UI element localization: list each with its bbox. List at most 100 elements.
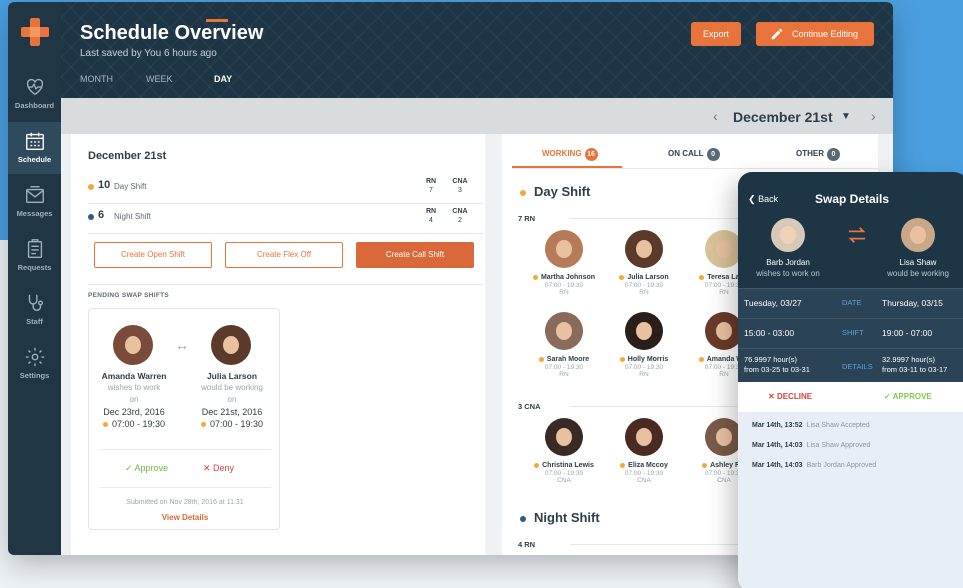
avatar-julia-larson — [211, 325, 251, 365]
next-day-chevron-icon[interactable]: › — [871, 108, 876, 124]
clipboard-icon — [27, 239, 42, 258]
shift-row: 15:00 - 03:00 SHIFT 19:00 - 07:00 — [738, 318, 963, 348]
staff-card-item[interactable]: Martha Johnson 07:00 - 19:30 RN — [524, 230, 604, 296]
create-flex-off-button[interactable]: Create Flex Off — [225, 242, 343, 268]
shift-row-day[interactable]: 10 Day Shift RN 7 CNA 3 — [88, 174, 483, 204]
date-row: Tuesday, 03/27 DATE Thursday, 03/15 — [738, 288, 963, 318]
avatar-barb-jordan — [771, 218, 805, 252]
avatar — [545, 230, 583, 268]
approve-label: Approve — [134, 463, 169, 473]
back-label: Back — [758, 194, 779, 204]
rn-label: RN — [425, 208, 437, 215]
tab-month[interactable]: MONTH — [80, 74, 113, 84]
approve-label: APPROVE — [892, 392, 932, 401]
rn-group-label: 7 RN — [518, 214, 536, 223]
staff-role: RN — [559, 289, 569, 296]
approve-button[interactable]: ✓ APPROVE — [884, 392, 932, 401]
staff-name: Christina Lewis — [542, 462, 594, 469]
current-date: December 21st — [733, 109, 833, 125]
mobile-title: Swap Details — [815, 192, 890, 206]
staff-time: 07:00 - 19:30 — [544, 470, 584, 477]
activity-log-item: Mar 14th, 13:52 Lisa Shaw Accepted — [752, 422, 870, 429]
activity-log-item: Mar 14th, 14:03 Barb Jordan Approved — [752, 462, 876, 469]
back-button[interactable]: ❮ Back — [748, 194, 778, 205]
decline-button[interactable]: ✕ DECLINE — [768, 392, 812, 401]
tab-label: WORKING — [542, 149, 582, 158]
tab-week[interactable]: WEEK — [146, 74, 173, 84]
pencil-icon — [771, 28, 783, 40]
staff-card-item[interactable]: Eliza Mccoy 07:00 - 19:30 CNA — [604, 418, 684, 484]
swap-arrow-icon: ↔ — [175, 337, 189, 353]
date-navigation-bar: ‹ December 21st ▼ › — [61, 98, 893, 134]
swap-from-on: on — [129, 395, 139, 404]
log-time: Mar 14th, 14:03 — [752, 442, 803, 449]
sidebar-item-messages[interactable]: Messages — [8, 176, 61, 228]
sidebar-item-label: Schedule — [17, 155, 52, 164]
avatar — [625, 230, 663, 268]
date-dropdown-caret-icon[interactable]: ▼ — [841, 111, 851, 122]
tab-on-call[interactable]: ON CALL 0 — [668, 148, 720, 161]
staff-card-item[interactable]: Julia Larson 07:00 - 19:30 RN — [604, 230, 684, 296]
staff-card-item[interactable]: Sarah Moore 07:00 - 19:30 RN — [524, 312, 604, 378]
swap-to-sub: would be working — [887, 269, 949, 278]
approve-swap-button[interactable]: ✓ Approve — [125, 463, 168, 474]
create-open-shift-button[interactable]: Create Open Shift — [94, 242, 212, 268]
sidebar-item-requests[interactable]: Requests — [8, 230, 61, 282]
sidebar-item-staff[interactable]: Staff — [8, 284, 61, 336]
log-text: Lisa Shaw Approved — [806, 442, 871, 449]
tab-working[interactable]: WORKING 16 — [542, 148, 598, 161]
staff-card-item[interactable]: Christina Lewis 07:00 - 19:30 CNA — [524, 418, 604, 484]
gear-icon — [25, 347, 44, 367]
previous-day-chevron-icon[interactable]: ‹ — [713, 108, 718, 124]
from-shift: 15:00 - 03:00 — [744, 328, 795, 338]
cna-count: 3 — [458, 187, 462, 194]
to-date: Thursday, 03/15 — [882, 298, 943, 308]
day-summary-title: December 21st — [88, 150, 167, 162]
shift-name: Night Shift — [114, 212, 151, 221]
details-row: 76.9997 hour(s) from 03-25 to 03-31 DETAI… — [738, 348, 963, 384]
export-button[interactable]: Export — [691, 22, 741, 46]
log-text: Barb Jordan Approved — [806, 462, 877, 469]
create-call-shift-button[interactable]: Create Call Shift — [356, 242, 474, 268]
swap-from-date: Dec 23rd, 2016 — [103, 407, 165, 417]
to-hours: 32.9997 hour(s) — [882, 355, 935, 364]
sidebar-item-settings[interactable]: Settings — [8, 338, 61, 390]
staff-role: RN — [639, 289, 649, 296]
rn-column: RN 4 — [421, 207, 441, 225]
shift-count: 6 — [98, 209, 105, 221]
divider — [99, 449, 271, 450]
view-details-link[interactable]: View Details — [89, 513, 281, 522]
staff-name: Holly Morris — [627, 356, 669, 363]
swap-from-sub: wishes to work — [107, 383, 161, 392]
cna-column: CNA 3 — [450, 177, 470, 195]
deny-swap-button[interactable]: ✕ Deny — [203, 463, 234, 474]
staff-role: CNA — [637, 477, 651, 484]
rn-count: 7 — [429, 187, 433, 194]
staff-name: Sarah Moore — [546, 356, 590, 363]
from-hours: 76.9997 hour(s) — [744, 355, 797, 364]
calendar-icon — [25, 132, 44, 150]
staff-name: Eliza Mccoy — [628, 462, 668, 469]
shift-row-night[interactable]: 6 Night Shift RN 4 CNA 2 — [88, 204, 483, 234]
swap-to-sub: would be working — [201, 383, 263, 392]
tab-other[interactable]: OTHER 0 — [796, 148, 840, 161]
sidebar-item-schedule[interactable]: Schedule — [8, 122, 61, 174]
app-logo-icon — [21, 18, 49, 46]
sidebar-item-label: Dashboard — [14, 101, 55, 110]
rn-column: RN 7 — [421, 177, 441, 195]
shift-name: Day Shift — [114, 182, 147, 191]
swap-to-date: Dec 21st, 2016 — [201, 407, 263, 417]
swap-from-name: Amanda Warren — [101, 371, 167, 381]
sidebar-item-label: Staff — [26, 317, 43, 326]
staff-card-item[interactable]: Holly Morris 07:00 - 19:30 RN — [604, 312, 684, 378]
day-shift-heading: Day Shift — [520, 184, 590, 199]
continue-editing-button[interactable]: Continue Editing — [756, 22, 874, 46]
sidebar-item-dashboard[interactable]: Dashboard — [8, 68, 61, 120]
page-title: Schedule Overview — [80, 22, 264, 44]
swap-from-name: Barb Jordan — [766, 258, 810, 267]
submitted-timestamp: Submitted on Nov 28th, 2016 at 11:31 — [126, 499, 244, 506]
tab-day[interactable]: DAY — [214, 74, 232, 84]
avatar-amanda-warren — [113, 325, 153, 365]
avatar — [625, 312, 663, 350]
staff-time: 07:00 - 19:30 — [624, 282, 664, 289]
